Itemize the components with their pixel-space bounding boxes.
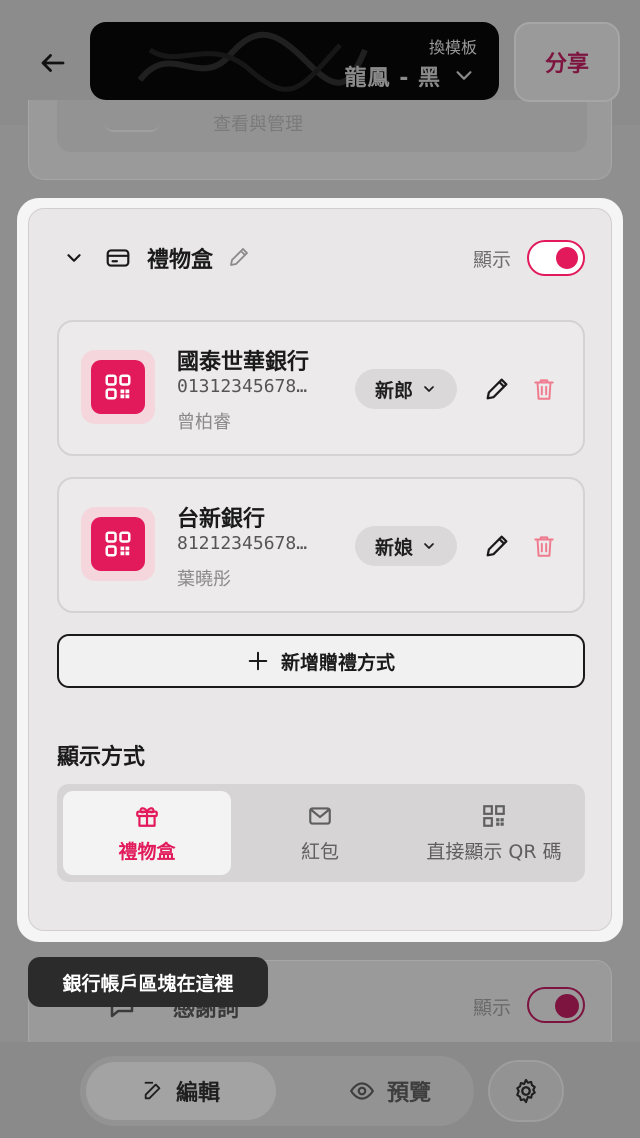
role-value: 新娘 (374, 536, 413, 559)
display-mode-option-qr[interactable]: 直接顯示 QR 碼 (407, 791, 581, 875)
chevron-down-icon (424, 386, 434, 392)
chevron-down-icon (456, 71, 472, 80)
background-card-top: 查看與管理 (28, 100, 612, 180)
qr-code-icon (105, 374, 131, 400)
background-card-icon (105, 114, 159, 132)
section-title: 禮物盒 (147, 248, 214, 273)
pencil-icon[interactable] (483, 375, 511, 403)
settings-button[interactable] (488, 1060, 564, 1122)
onboarding-tooltip: 銀行帳戶區塊在這裡 (28, 957, 268, 1007)
arrow-left-icon (41, 54, 65, 72)
add-gift-method-label: 新增贈禮方式 (280, 651, 395, 674)
chevron-down-icon[interactable] (63, 247, 85, 269)
background-show-label: 顯示 (473, 997, 512, 1019)
back-button[interactable] (28, 38, 78, 88)
display-mode-option-envelope[interactable]: 紅包 (235, 791, 405, 875)
template-hint: 換模板 (428, 38, 477, 57)
eye-icon (349, 1082, 375, 1100)
display-mode-option-giftbox[interactable]: 禮物盒 (63, 791, 231, 875)
edit-tab[interactable]: 編輯 (86, 1062, 276, 1120)
preview-tab-label: 預覽 (386, 1081, 431, 1106)
role-value: 新郎 (374, 379, 413, 402)
qr-code-icon (105, 531, 131, 557)
display-mode-label: 紅包 (300, 840, 339, 863)
bank-account-item: 國泰世華銀行 01312345678… 曾柏睿 新郎 (57, 320, 585, 456)
qr-code-icon (483, 804, 505, 827)
template-switcher[interactable]: 換模板 龍鳳 - 黑 (90, 22, 499, 100)
add-gift-method-button[interactable]: 新增贈禮方式 (57, 634, 585, 688)
toggle-knob (556, 247, 578, 269)
account-holder: 葉曉彤 (177, 569, 231, 590)
role-dropdown[interactable]: 新娘 (355, 526, 457, 566)
edit-icon (144, 1081, 161, 1100)
chevron-down-icon (424, 543, 434, 549)
background-card-top-inner: 查看與管理 (57, 100, 587, 152)
display-mode-selector: 禮物盒 紅包 直接顯示 QR 碼 (57, 784, 585, 882)
bank-account-item: 台新銀行 81212345678… 葉曉彤 新娘 (57, 477, 585, 613)
pencil-icon[interactable] (227, 245, 251, 269)
bank-name: 台新銀行 (177, 507, 266, 532)
visibility-toggle[interactable] (527, 240, 585, 276)
qr-code-thumbnail[interactable] (81, 507, 155, 581)
card-icon (106, 249, 130, 267)
template-preview-art (137, 31, 368, 92)
bank-name: 國泰世華銀行 (177, 350, 310, 375)
gear-icon (516, 1078, 536, 1104)
gift-icon (136, 806, 158, 827)
preview-tab[interactable]: 預覽 (320, 1062, 460, 1120)
envelope-icon (309, 806, 331, 825)
display-mode-label: 禮物盒 (118, 840, 176, 863)
section-header: 禮物盒 顯示 (29, 209, 611, 309)
account-number: 81212345678… (177, 533, 308, 554)
share-button[interactable]: 分享 (514, 22, 620, 102)
edit-tab-label: 編輯 (175, 1081, 220, 1106)
background-card-text: 查看與管理 (213, 114, 303, 135)
template-name: 龍鳳 - 黑 (344, 66, 441, 91)
pencil-icon[interactable] (483, 532, 511, 560)
gift-section-card: 禮物盒 顯示 國泰世華銀行 01312345678… 曾柏睿 新郎 台新銀行 8… (28, 208, 612, 931)
trash-icon[interactable] (531, 375, 557, 403)
qr-code-thumbnail[interactable] (81, 350, 155, 424)
account-number: 01312345678… (177, 376, 308, 397)
show-label: 顯示 (473, 249, 512, 271)
background-visibility-toggle (527, 987, 585, 1023)
display-mode-heading: 顯示方式 (57, 745, 146, 770)
trash-icon[interactable] (531, 532, 557, 560)
role-dropdown[interactable]: 新郎 (355, 369, 457, 409)
edit-preview-switch: 編輯 預覽 (80, 1056, 474, 1126)
account-holder: 曾柏睿 (177, 412, 231, 433)
bottom-nav: 編輯 預覽 (0, 1042, 640, 1138)
plus-icon (248, 651, 268, 671)
display-mode-label: 直接顯示 QR 碼 (426, 840, 562, 863)
